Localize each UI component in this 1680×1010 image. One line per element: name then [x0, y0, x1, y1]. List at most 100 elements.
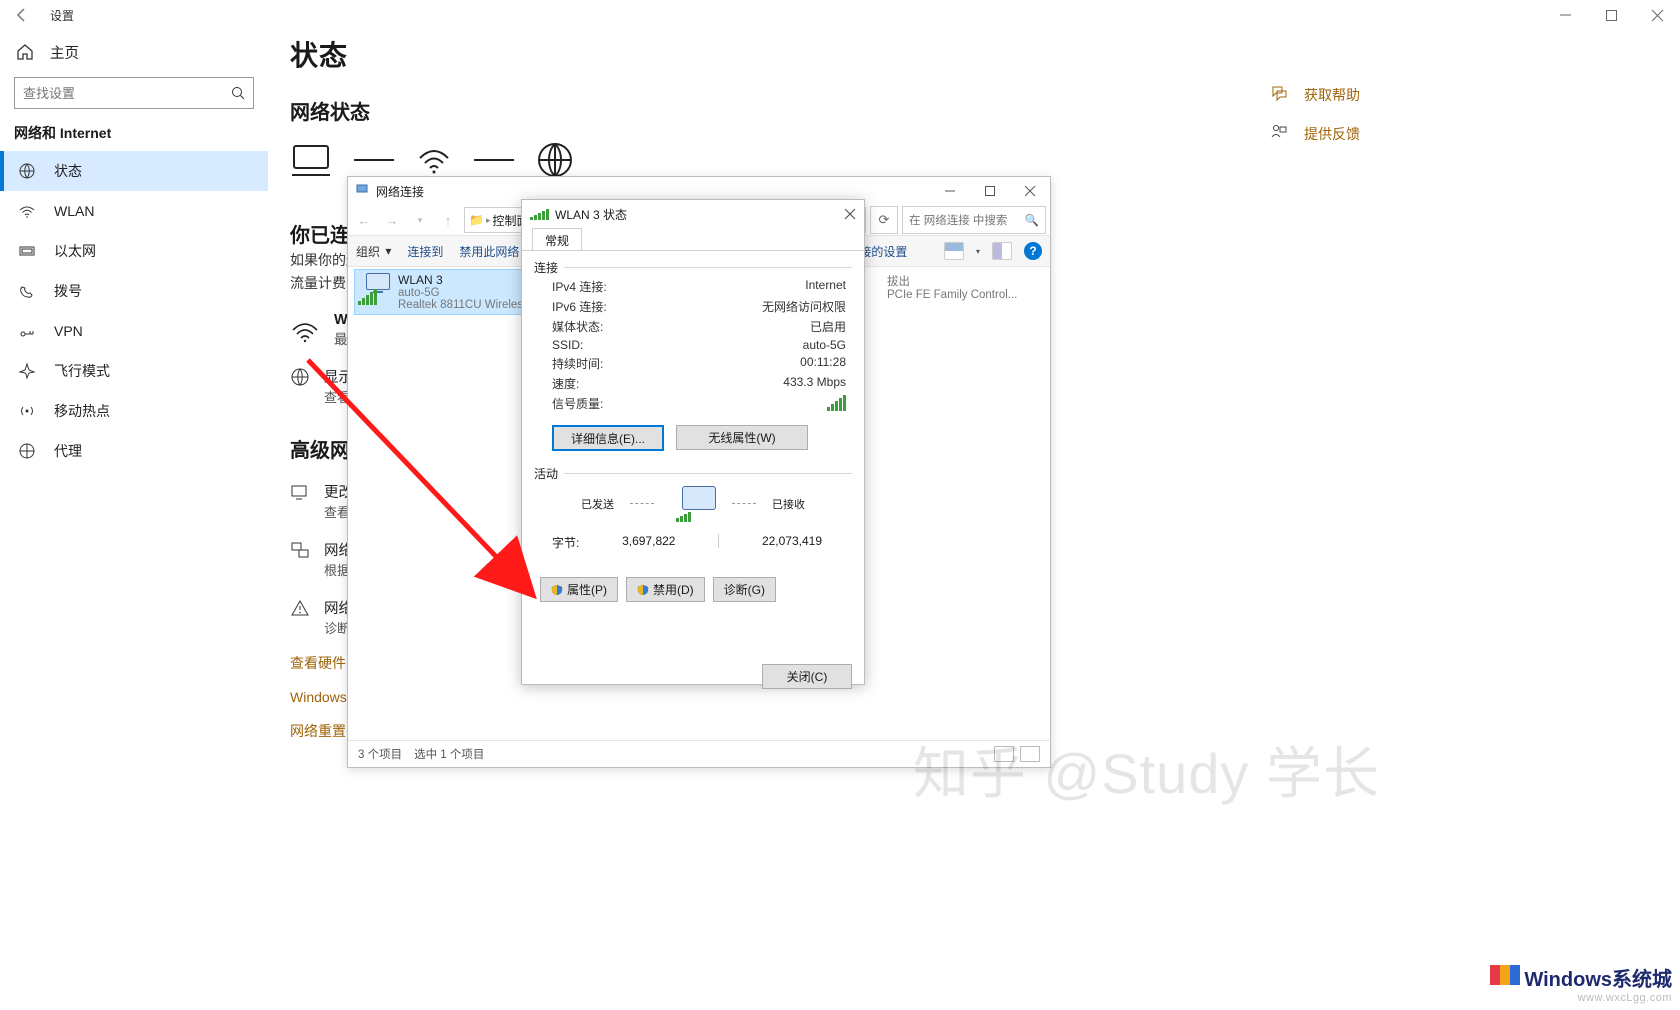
sent-label: 已发送	[581, 496, 614, 512]
dialup-icon	[18, 282, 36, 300]
search-icon[interactable]	[223, 78, 253, 108]
back-button[interactable]	[0, 0, 44, 30]
activity-icon	[670, 486, 716, 522]
bytes-recv: 22,073,419	[762, 534, 822, 551]
nav-up[interactable]: ↑	[436, 208, 460, 232]
feedback-link[interactable]: 提供反馈	[1270, 123, 1360, 144]
nav-label: 移动热点	[54, 401, 110, 421]
nav-item-hotspot[interactable]: 移动热点	[0, 391, 268, 431]
bytes-sent: 3,697,822	[622, 534, 675, 551]
close-button[interactable]: 关闭(C)	[762, 664, 852, 689]
ipv4-value: Internet	[805, 278, 846, 295]
watermark-brand: Windows系统城 www.wxcLgg.com	[1490, 963, 1672, 1004]
ethernet-icon	[18, 242, 36, 260]
nav-item-dialup[interactable]: 拨号	[0, 271, 268, 311]
nav-item-proxy[interactable]: 代理	[0, 431, 268, 471]
shield-icon	[551, 584, 563, 596]
view-large[interactable]	[1020, 746, 1040, 762]
signal-icon	[530, 209, 549, 220]
explorer-minimize[interactable]	[930, 177, 970, 205]
nav-item-vpn[interactable]: VPN	[0, 311, 268, 351]
adapter-item-ethernet[interactable]: 拔出 PCIe FE Family Control...	[883, 269, 1046, 305]
home-icon	[16, 43, 34, 61]
disable-button[interactable]: 禁用(D)	[626, 577, 705, 602]
network-diagram	[290, 141, 1680, 179]
minimize-button[interactable]	[1542, 0, 1588, 30]
recv-label: 已接收	[772, 496, 805, 512]
view-mode-button[interactable]	[944, 242, 964, 260]
explorer-close[interactable]	[1010, 177, 1050, 205]
toolbar-connect[interactable]: 连接到	[407, 243, 443, 260]
nav-item-airplane[interactable]: 飞行模式	[0, 351, 268, 391]
airplane-icon	[18, 362, 36, 380]
explorer-title: 网络连接	[376, 183, 424, 200]
properties-button[interactable]: 属性(P)	[540, 577, 618, 602]
maximize-button[interactable]	[1588, 0, 1634, 30]
close-button[interactable]	[1634, 0, 1680, 30]
nav-back[interactable]: ←	[352, 208, 376, 232]
help-link[interactable]: 获取帮助	[1270, 84, 1360, 105]
shield-icon	[637, 584, 649, 596]
preview-pane-button[interactable]	[992, 242, 1012, 260]
refresh-button[interactable]: ⟳	[870, 206, 898, 234]
adapter-icon	[358, 273, 390, 305]
status-item-count: 3 个项目	[358, 746, 402, 762]
vpn-icon	[18, 322, 36, 340]
nav-item-status[interactable]: 状态	[0, 151, 268, 191]
dash-icon	[474, 156, 514, 164]
feedback-icon	[1270, 123, 1288, 144]
link-windows[interactable]: Windows	[290, 689, 347, 705]
nav-label: WLAN	[54, 203, 94, 219]
share-icon	[290, 540, 310, 560]
right-links: 获取帮助 提供反馈	[1270, 84, 1360, 144]
status-selected-count: 选中 1 个项目	[414, 746, 484, 762]
settings-sidebar: 主页 网络和 Internet 状态 WLAN 以太网 拨号	[0, 30, 268, 471]
home-button[interactable]: 主页	[0, 30, 268, 74]
nav-label: 状态	[54, 161, 82, 181]
nav-item-ethernet[interactable]: 以太网	[0, 231, 268, 271]
settings-search[interactable]	[14, 77, 254, 109]
duration-value: 00:11:28	[800, 355, 846, 372]
toolbar-organize[interactable]: 组织 ▾	[356, 243, 391, 260]
group-connection: 连接	[534, 259, 558, 276]
wlan-icon	[18, 202, 36, 220]
adapter-item-wlan3[interactable]: WLAN 3 auto-5G Realtek 8811CU Wireless	[354, 269, 527, 315]
nav-label: VPN	[54, 323, 83, 339]
settings-title: 设置	[50, 7, 74, 24]
dash-icon	[732, 503, 756, 505]
explorer-maximize[interactable]	[970, 177, 1010, 205]
dialog-close-button[interactable]	[836, 200, 864, 228]
group-activity: 活动	[534, 465, 558, 482]
nav-label: 以太网	[54, 241, 96, 261]
nav-item-wlan[interactable]: WLAN	[0, 191, 268, 231]
nav-label: 拨号	[54, 281, 82, 301]
wireless-properties-button[interactable]: 无线属性(W)	[676, 425, 808, 450]
toolbar-disable[interactable]: 禁用此网络	[459, 243, 519, 260]
home-label: 主页	[50, 42, 79, 63]
network-status-header: 网络状态	[290, 96, 1680, 125]
settings-search-input[interactable]	[15, 85, 223, 102]
proxy-icon	[18, 442, 36, 460]
link-reset[interactable]: 网络重置	[290, 721, 346, 741]
details-button[interactable]: 详细信息(E)...	[552, 425, 664, 451]
nav-recent[interactable]: ▾	[408, 208, 432, 232]
adapter-ssid: auto-5G	[398, 287, 523, 299]
chat-icon	[1270, 84, 1288, 105]
help-button[interactable]: ?	[1024, 242, 1042, 260]
explorer-search[interactable]: 在 网络连接 中搜索 🔍	[902, 206, 1046, 234]
diagnose-button[interactable]: 诊断(G)	[713, 577, 776, 602]
speed-value: 433.3 Mbps	[783, 375, 846, 392]
media-state: 已启用	[810, 318, 846, 335]
explorer-icon	[356, 183, 370, 200]
view-details[interactable]	[994, 746, 1014, 762]
adapter-device: PCIe FE Family Control...	[887, 289, 1017, 301]
adapter-icon	[290, 482, 310, 502]
adapter-device: Realtek 8811CU Wireless	[398, 299, 523, 311]
warning-icon	[290, 598, 310, 618]
dash-icon	[354, 156, 394, 164]
ipv6-value: 无网络访问权限	[762, 298, 846, 315]
folder-icon: 📁	[469, 213, 484, 227]
nav-forward[interactable]: →	[380, 208, 404, 232]
tab-general[interactable]: 常规	[532, 228, 582, 251]
dialog-title: WLAN 3 状态	[555, 206, 627, 223]
